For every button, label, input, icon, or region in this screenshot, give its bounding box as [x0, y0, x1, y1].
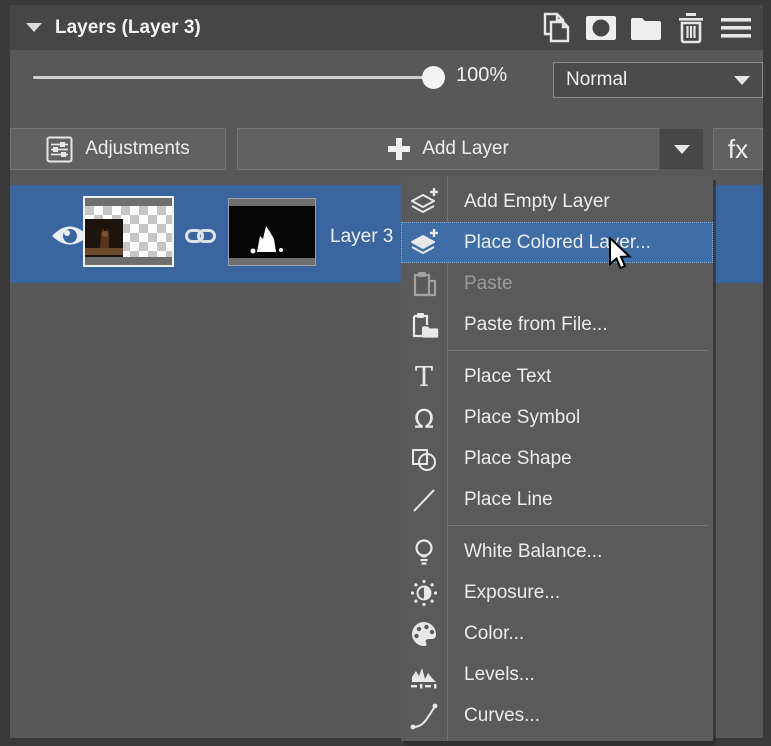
- menu-item-place-colored-layer[interactable]: Place Colored Layer...: [401, 222, 713, 263]
- panel-header: Layers (Layer 3): [10, 5, 763, 50]
- duplicate-layer-button[interactable]: [539, 11, 573, 45]
- menu-item-color[interactable]: Color...: [401, 613, 713, 654]
- adjustments-icon: [46, 136, 73, 163]
- paste-from-file-icon: [401, 310, 447, 340]
- blend-mode-value: Normal: [566, 69, 627, 91]
- menu-item-paste[interactable]: Paste: [401, 263, 713, 304]
- opacity-slider-track[interactable]: [33, 76, 436, 79]
- opacity-value: 100%: [456, 64, 507, 87]
- plus-icon: [388, 138, 410, 160]
- menu-item-place-shape[interactable]: Place Shape: [401, 438, 713, 479]
- menu-item-label: White Balance...: [447, 541, 602, 563]
- menu-item-white-balance[interactable]: White Balance...: [401, 531, 713, 572]
- duplicate-layer-icon: [541, 12, 571, 44]
- svg-text:T: T: [415, 362, 433, 392]
- menu-separator: [447, 350, 708, 351]
- panel-menu-icon: [721, 16, 751, 40]
- color-icon: [401, 619, 447, 649]
- layers-panel: Layers (Layer 3): [10, 5, 763, 738]
- svg-text:Ω: Ω: [414, 405, 434, 433]
- white-balance-icon: [401, 537, 447, 567]
- menu-item-levels[interactable]: Levels...: [401, 654, 713, 695]
- place-line-icon: [401, 485, 447, 515]
- adjustments-label: Adjustments: [85, 138, 190, 160]
- add-layer-menu: Add Empty Layer Place Colored Layer...: [401, 176, 713, 741]
- menu-item-label: Paste: [447, 273, 513, 295]
- panel-title: Layers (Layer 3): [55, 17, 201, 39]
- paste-icon: [401, 269, 447, 299]
- layer-mask-button[interactable]: [584, 11, 618, 45]
- add-layer-button[interactable]: Add Layer: [237, 128, 659, 170]
- menu-item-exposure[interactable]: Exposure...: [401, 572, 713, 613]
- menu-item-label: Place Symbol: [447, 407, 580, 429]
- menu-item-add-empty-layer[interactable]: Add Empty Layer: [401, 181, 713, 222]
- add-empty-layer-icon: [401, 187, 447, 217]
- adjustments-button[interactable]: Adjustments: [10, 128, 226, 170]
- menu-item-label: Place Line: [447, 489, 553, 511]
- menu-item-place-line[interactable]: Place Line: [401, 479, 713, 520]
- add-layer-dropdown-button[interactable]: [659, 128, 704, 170]
- mask-preview: [229, 206, 315, 258]
- layer-mask-thumbnail[interactable]: [228, 198, 316, 266]
- menu-item-label: Curves...: [447, 705, 540, 727]
- delete-layer-icon: [677, 12, 705, 44]
- menu-item-label: Paste from File...: [447, 314, 608, 336]
- layer-photo-preview: [85, 219, 123, 257]
- menu-item-label: Levels...: [447, 664, 535, 686]
- menu-item-paste-from-file[interactable]: Paste from File...: [401, 304, 713, 345]
- layer-mask-icon: [585, 15, 617, 41]
- chevron-down-icon: [734, 76, 750, 85]
- levels-icon: [401, 660, 447, 690]
- curves-icon: [401, 701, 447, 731]
- fx-button[interactable]: fx: [713, 128, 763, 170]
- add-layer-label: Add Layer: [422, 138, 509, 160]
- new-group-button[interactable]: [629, 11, 663, 45]
- menu-item-place-text[interactable]: T Place Text: [401, 356, 713, 397]
- menu-separator: [447, 525, 708, 526]
- menu-item-label: Add Empty Layer: [447, 191, 610, 213]
- collapse-caret-icon[interactable]: [26, 23, 42, 32]
- layer-thumbnail[interactable]: [83, 196, 174, 267]
- menu-item-label: Place Text: [447, 366, 551, 388]
- blend-mode-select[interactable]: Normal: [553, 62, 763, 98]
- mouse-cursor: [608, 237, 634, 273]
- new-group-icon: [630, 15, 662, 41]
- panel-menu-button[interactable]: [719, 11, 753, 45]
- place-colored-layer-icon: [401, 228, 447, 258]
- delete-layer-button[interactable]: [674, 11, 708, 45]
- place-text-icon: T: [401, 362, 447, 392]
- chevron-down-icon: [674, 145, 690, 154]
- link-mask-icon[interactable]: [185, 225, 216, 247]
- opacity-slider-handle[interactable]: [422, 66, 445, 89]
- menu-item-label: Color...: [447, 623, 524, 645]
- layer-name: Layer 3: [330, 226, 393, 248]
- exposure-icon: [401, 578, 447, 608]
- place-shape-icon: [401, 444, 447, 474]
- menu-item-curves[interactable]: Curves...: [401, 695, 713, 736]
- menu-item-place-symbol[interactable]: Ω Place Symbol: [401, 397, 713, 438]
- fx-label: fx: [728, 134, 748, 165]
- menu-item-label: Exposure...: [447, 582, 560, 604]
- menu-item-label: Place Shape: [447, 448, 572, 470]
- place-symbol-icon: Ω: [401, 403, 447, 433]
